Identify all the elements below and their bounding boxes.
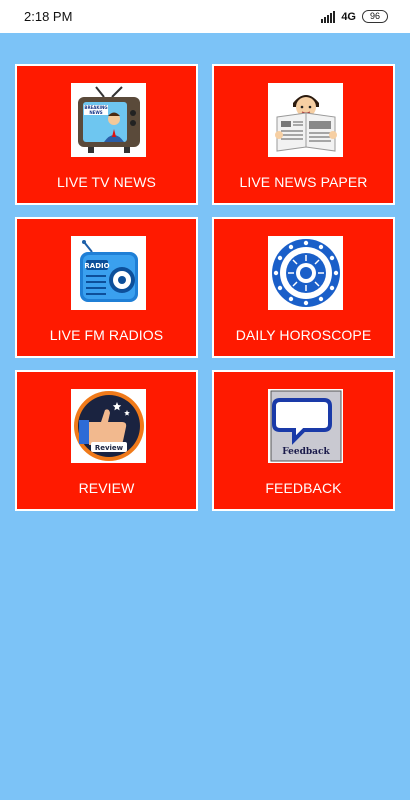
- svg-text:NEWS: NEWS: [89, 110, 102, 115]
- tile-daily-horoscope[interactable]: DAILY HOROSCOPE: [212, 217, 395, 358]
- zodiac-wheel-icon: [268, 236, 343, 310]
- tile-feedback[interactable]: Feedback FEEDBACK: [212, 370, 395, 511]
- battery-icon: 96: [362, 10, 388, 23]
- feedback-chat-icon: Feedback: [268, 389, 343, 463]
- network-type: 4G: [341, 10, 356, 23]
- tile-label: LIVE FM RADIOS: [49, 327, 164, 343]
- tile-label: DAILY HOROSCOPE: [235, 327, 372, 343]
- tile-live-fm-radios[interactable]: RADIO LIVE FM RADIOS: [15, 217, 198, 358]
- tile-label: REVIEW: [78, 480, 135, 496]
- newspaper-reader-icon: [268, 83, 343, 157]
- status-icons: 4G 96: [321, 10, 388, 23]
- menu-grid: BREAKING NEWS LIVE TV NEWS LIVE NEWS PAP…: [15, 64, 397, 512]
- status-bar: 2:18 PM 4G 96: [0, 0, 410, 33]
- tile-live-tv-news[interactable]: BREAKING NEWS LIVE TV NEWS: [15, 64, 198, 205]
- thumbs-up-review-icon: Review: [71, 389, 146, 463]
- battery-level: 96: [369, 11, 380, 21]
- tile-label: LIVE TV NEWS: [57, 174, 156, 190]
- tile-review[interactable]: Review REVIEW: [15, 370, 198, 511]
- feedback-caption: Feedback: [282, 447, 330, 457]
- tile-label: FEEDBACK: [265, 480, 342, 496]
- tv-news-icon: BREAKING NEWS: [71, 83, 146, 157]
- tile-label: LIVE NEWS PAPER: [239, 174, 368, 190]
- status-time: 2:18 PM: [24, 9, 73, 24]
- radio-label: RADIO: [84, 262, 109, 270]
- tile-live-news-paper[interactable]: LIVE NEWS PAPER: [212, 64, 395, 205]
- signal-icon: [321, 10, 336, 23]
- radio-icon: RADIO: [71, 236, 146, 310]
- review-caption: Review: [94, 444, 123, 452]
